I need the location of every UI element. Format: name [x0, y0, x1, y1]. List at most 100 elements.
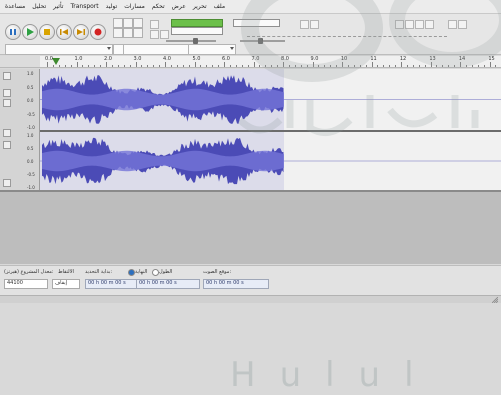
- menu-item[interactable]: توليد: [105, 3, 119, 11]
- amplitude-scale-label: 0.5: [27, 146, 34, 151]
- ruler-label: 3.0: [133, 56, 142, 62]
- end-label: النهاية: [135, 269, 148, 275]
- ruler-minor-tick: [206, 65, 208, 67]
- play-icon: [27, 28, 34, 36]
- snap-value: إيقاف: [55, 280, 68, 286]
- chevron-down-icon: [107, 47, 111, 50]
- selection-tool[interactable]: [113, 18, 123, 28]
- pan-slider[interactable]: [3, 141, 11, 149]
- ruler-tick: [165, 62, 166, 67]
- selection-toolbar: معدل المشروع (هيرتز): 44100 الالتقاط إيق…: [0, 265, 501, 295]
- record-meter[interactable]: [171, 19, 223, 27]
- end-radio[interactable]: [128, 269, 135, 276]
- ruler-minor-tick: [153, 65, 155, 67]
- amplitude-scale-label: 0.5: [27, 84, 34, 90]
- ruler-label: 5.0: [192, 56, 201, 62]
- mute-button[interactable]: [3, 89, 11, 97]
- play-meter[interactable]: [171, 27, 223, 35]
- skip-start-icon: [60, 29, 68, 35]
- track-control-panel[interactable]: 1.0 0.5 0.0 -0.5 -1.0 1.0 0.5 0.0 -0.5 -1.0: [0, 69, 40, 192]
- volume-slider-track: [166, 40, 216, 42]
- stop-button[interactable]: [39, 24, 55, 40]
- ruler-minor-tick: [147, 65, 149, 67]
- zoom-tool[interactable]: [113, 28, 123, 38]
- ruler-tick: [106, 62, 107, 67]
- ruler-minor-tick: [88, 65, 90, 67]
- ruler-tick: [135, 62, 137, 67]
- selection-start-field[interactable]: 00 h 00 m 00 s: [85, 279, 137, 289]
- menu-item[interactable]: Transport: [69, 3, 99, 11]
- menu-item[interactable]: تأثير: [52, 3, 64, 11]
- ruler-label: 4.0: [163, 56, 171, 62]
- ruler-minor-tick: [70, 65, 72, 67]
- ruler-minor-tick: [82, 65, 84, 67]
- ruler-minor-tick: [159, 65, 161, 67]
- menu-item[interactable]: تحرير: [192, 3, 208, 11]
- ruler-minor-tick: [117, 65, 119, 67]
- time-shift-tool[interactable]: [123, 28, 133, 38]
- menu-list: ملف تحرير عرض تحكم مسارات توليد Transport تأثير…: [4, 3, 226, 11]
- gain-slider[interactable]: [3, 129, 11, 137]
- resize-grip-icon[interactable]: [492, 297, 498, 303]
- multi-tool[interactable]: [133, 28, 143, 38]
- empty-track-area[interactable]: Hulul: [0, 192, 501, 395]
- watermark-logo: [237, 0, 501, 136]
- status-bar: [0, 295, 501, 303]
- selection-end-value: 00 h 00 m 00 s: [139, 280, 177, 286]
- ruler-tick: [76, 62, 78, 67]
- skip-start-button[interactable]: [56, 24, 72, 40]
- record-button[interactable]: [90, 24, 106, 40]
- draw-tool[interactable]: [133, 18, 143, 28]
- menu-item[interactable]: مساعدة: [4, 3, 26, 11]
- solo-button[interactable]: [3, 99, 11, 107]
- paste-button[interactable]: [160, 30, 169, 39]
- audio-position-label: موقع الصوت:: [203, 269, 232, 275]
- project-rate-select[interactable]: 44100: [4, 279, 48, 289]
- cut-button[interactable]: [150, 20, 159, 29]
- ruler-minor-tick: [218, 65, 220, 67]
- ruler-minor-tick: [141, 65, 143, 67]
- collapse-track-button[interactable]: [3, 179, 11, 187]
- ruler-minor-tick: [176, 65, 178, 67]
- audio-position-field[interactable]: 00 h 00 m 00 s: [203, 279, 269, 289]
- ruler-corner: [0, 56, 40, 68]
- ruler-minor-tick: [94, 65, 96, 67]
- ruler-minor-tick: [52, 65, 54, 67]
- snap-select[interactable]: إيقاف: [52, 279, 80, 289]
- ruler-minor-tick: [123, 65, 125, 67]
- length-radio[interactable]: [152, 269, 159, 276]
- menu-item[interactable]: تحليل: [31, 3, 47, 11]
- ruler-tick: [194, 62, 196, 67]
- stop-icon: [44, 29, 50, 35]
- record-icon: [94, 28, 102, 36]
- menu-item[interactable]: مسارات: [123, 3, 146, 11]
- pause-button[interactable]: [5, 24, 21, 40]
- skip-end-button[interactable]: [73, 24, 89, 40]
- selection-start-label: بداية التحديد:: [85, 269, 113, 275]
- right-channel[interactable]: [40, 132, 501, 190]
- amplitude-scale-label: 0.0: [27, 98, 34, 103]
- play-button[interactable]: [22, 24, 38, 40]
- ruler-label: 0.0: [45, 56, 53, 62]
- ruler-minor-tick: [170, 65, 172, 67]
- skip-end-icon: [77, 29, 85, 35]
- envelope-tool[interactable]: [123, 18, 133, 28]
- amplitude-scale-label: 1.0: [27, 71, 34, 76]
- amplitude-scale-label: 0.0: [27, 159, 34, 164]
- amplitude-scale-label: -1.0: [27, 125, 35, 130]
- selection-end-field[interactable]: 00 h 00 m 00 s: [136, 279, 200, 289]
- ruler-minor-tick: [182, 65, 184, 67]
- close-track-button[interactable]: [3, 72, 11, 80]
- menu-item[interactable]: تحكم: [151, 3, 166, 11]
- menu-item[interactable]: عرض: [171, 3, 187, 11]
- watermark-text: Hulul: [230, 355, 438, 395]
- audio-host-select[interactable]: [5, 44, 113, 55]
- copy-button[interactable]: [150, 30, 159, 39]
- ruler-label: 1.0: [74, 56, 83, 62]
- ruler-minor-tick: [58, 65, 60, 67]
- length-label: الطول: [159, 269, 173, 275]
- project-rate-value: 44100: [7, 280, 23, 286]
- snap-label: الالتقاط: [58, 269, 74, 275]
- pause-icon: [10, 29, 16, 35]
- audio-position-value: 00 h 00 m 00 s: [206, 280, 244, 286]
